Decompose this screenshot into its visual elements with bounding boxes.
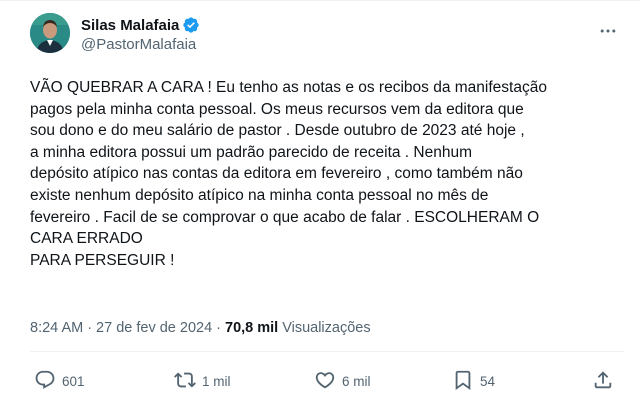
- like-button[interactable]: 6 mil: [314, 367, 371, 395]
- author-names: Silas Malafaia @PastorMalafaia: [81, 15, 200, 53]
- retweet-icon: [174, 369, 196, 394]
- bookmark-icon: [452, 369, 474, 394]
- tweet-time[interactable]: 8:24 AM: [30, 320, 83, 336]
- more-dots-icon: [598, 21, 618, 46]
- more-options-button[interactable]: [596, 21, 620, 45]
- display-name[interactable]: Silas Malafaia: [81, 17, 179, 34]
- action-bar: 601 1 mil 6 mil 54: [30, 367, 624, 395]
- display-name-row: Silas Malafaia: [81, 15, 200, 35]
- reply-icon: [34, 369, 56, 394]
- verified-badge-icon[interactable]: [182, 16, 200, 34]
- tweet-header: Silas Malafaia @PastorMalafaia: [30, 13, 630, 57]
- views-label[interactable]: Visualizações: [282, 320, 370, 336]
- tweet-card: Silas Malafaia @PastorMalafaia VÃO QUEBR…: [0, 0, 640, 406]
- share-button[interactable]: [592, 367, 614, 395]
- tweet-date[interactable]: 27 de fev de 2024: [96, 320, 212, 336]
- tweet-text: VÃO QUEBRAR A CARA ! Eu tenho as notas e…: [30, 79, 547, 269]
- divider: [30, 351, 624, 352]
- bookmark-count: 54: [480, 373, 496, 389]
- meta-separator: ·: [216, 320, 221, 336]
- like-count: 6 mil: [342, 373, 371, 389]
- retweet-count: 1 mil: [202, 373, 231, 389]
- meta-separator: ·: [87, 320, 93, 336]
- retweet-button[interactable]: 1 mil: [174, 367, 231, 395]
- avatar[interactable]: [30, 13, 70, 53]
- tweet-meta: 8:24 AM · 27 de fev de 2024 · 70,8 mil V…: [30, 320, 371, 336]
- author-handle[interactable]: @PastorMalafaia: [81, 36, 200, 53]
- reply-button[interactable]: 601: [34, 367, 85, 395]
- reply-count: 601: [62, 373, 85, 389]
- views-count[interactable]: 70,8 mil: [225, 320, 278, 336]
- bookmark-button[interactable]: 54: [452, 367, 495, 395]
- heart-icon: [314, 369, 336, 394]
- share-icon: [592, 369, 614, 394]
